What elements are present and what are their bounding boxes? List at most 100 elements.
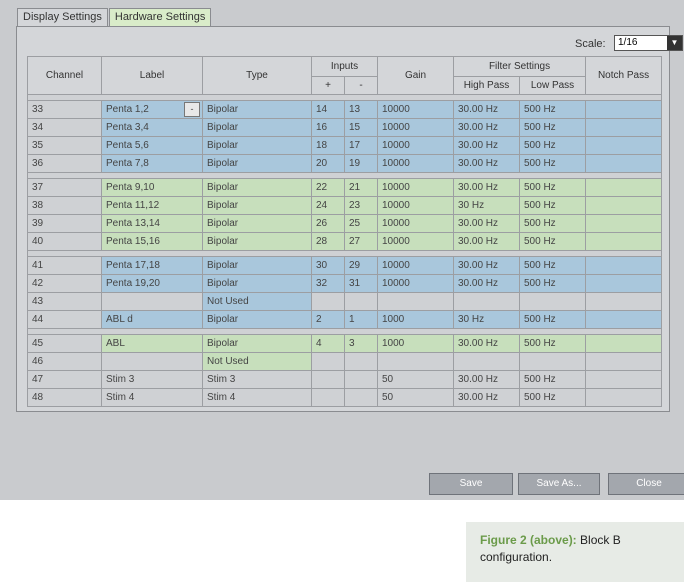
cell-low[interactable]: 500 Hz — [518, 214, 587, 233]
table-row[interactable]: 39 Penta 13,14 Bipolar 26 25 10000 30.00 Hz 500… — [27, 214, 663, 233]
cell-label[interactable] — [101, 352, 203, 371]
cell-gain[interactable]: 10000 — [377, 118, 454, 137]
cell-type[interactable]: Bipolar — [202, 136, 312, 155]
cell-low[interactable]: 500 Hz — [518, 118, 587, 137]
cell-low[interactable]: 500 Hz — [518, 274, 587, 293]
cell-high[interactable]: 30.00 Hz — [453, 334, 520, 353]
cell-low[interactable] — [518, 352, 587, 371]
cell-minus[interactable]: 1 — [344, 310, 378, 329]
cell-high[interactable]: 30.00 Hz — [453, 178, 520, 197]
cell-label[interactable]: Penta 19,20 — [101, 274, 203, 293]
table-row[interactable]: 35 Penta 5,6 Bipolar 18 17 10000 30.00 Hz 500 H… — [27, 136, 663, 155]
cell-type[interactable]: Bipolar — [202, 334, 312, 353]
cell-minus[interactable] — [344, 292, 378, 311]
cell-minus[interactable]: 23 — [344, 196, 378, 215]
cell-notch[interactable] — [585, 274, 663, 293]
cell-minus[interactable]: 21 — [344, 178, 378, 197]
cell-notch[interactable] — [585, 292, 663, 311]
cell-type[interactable]: Bipolar — [202, 214, 312, 233]
cell-plus[interactable]: 4 — [311, 334, 345, 353]
cell-label[interactable]: Stim 4 — [101, 388, 203, 407]
cell-type[interactable]: Bipolar — [202, 196, 312, 215]
cell-type[interactable]: Bipolar — [202, 232, 312, 251]
table-row[interactable]: 38 Penta 11,12 Bipolar 24 23 10000 30 Hz 500 Hz — [27, 196, 663, 215]
cell-notch[interactable] — [585, 214, 663, 233]
cell-label[interactable]: Penta 1,2 - — [101, 100, 203, 119]
cell-label[interactable]: Penta 13,14 — [101, 214, 203, 233]
cell-high[interactable]: 30.00 Hz — [453, 214, 520, 233]
cell-minus[interactable]: 25 — [344, 214, 378, 233]
cell-low[interactable]: 500 Hz — [518, 256, 587, 275]
cell-minus[interactable]: 17 — [344, 136, 378, 155]
cell-gain[interactable]: 50 — [377, 370, 454, 389]
cell-type[interactable]: Bipolar — [202, 118, 312, 137]
save-button[interactable]: Save — [429, 473, 513, 495]
cell-gain[interactable] — [377, 352, 454, 371]
cell-gain[interactable]: 10000 — [377, 100, 454, 119]
cell-label[interactable]: Penta 7,8 — [101, 154, 203, 173]
cell-plus[interactable]: 24 — [311, 196, 345, 215]
cell-minus[interactable]: 13 — [344, 100, 378, 119]
cell-notch[interactable] — [585, 388, 663, 407]
table-row[interactable]: 46 Not Used — [27, 352, 663, 371]
cell-notch[interactable] — [585, 118, 663, 137]
cell-type[interactable]: Bipolar — [202, 256, 312, 275]
cell-plus[interactable]: 32 — [311, 274, 345, 293]
cell-label[interactable]: Penta 5,6 — [101, 136, 203, 155]
cell-gain[interactable]: 1000 — [377, 334, 454, 353]
save-as-button[interactable]: Save As... — [518, 473, 600, 495]
cell-notch[interactable] — [585, 352, 663, 371]
cell-low[interactable] — [518, 292, 587, 311]
cell-high[interactable]: 30.00 Hz — [453, 256, 520, 275]
cell-plus[interactable]: 26 — [311, 214, 345, 233]
table-row[interactable]: 41 Penta 17,18 Bipolar 30 29 10000 30.00 Hz 500… — [27, 256, 663, 275]
cell-high[interactable]: 30.00 Hz — [453, 232, 520, 251]
cell-high[interactable]: 30 Hz — [453, 196, 520, 215]
cell-type[interactable]: Bipolar — [202, 100, 312, 119]
cell-minus[interactable]: 3 — [344, 334, 378, 353]
cell-plus[interactable] — [311, 388, 345, 407]
cell-label[interactable]: Penta 11,12 — [101, 196, 203, 215]
cell-high[interactable]: 30 Hz — [453, 310, 520, 329]
cell-notch[interactable] — [585, 370, 663, 389]
cell-label[interactable]: ABL d — [101, 310, 203, 329]
cell-notch[interactable] — [585, 100, 663, 119]
cell-gain[interactable]: 10000 — [377, 136, 454, 155]
cell-low[interactable]: 500 Hz — [518, 100, 587, 119]
label-dropdown-button[interactable]: - — [184, 102, 200, 117]
cell-gain[interactable]: 1000 — [377, 310, 454, 329]
cell-gain[interactable]: 10000 — [377, 196, 454, 215]
table-row[interactable]: 36 Penta 7,8 Bipolar 20 19 10000 30.00 Hz 500 H… — [27, 154, 663, 173]
cell-gain[interactable]: 10000 — [377, 154, 454, 173]
cell-label[interactable]: Stim 3 — [101, 370, 203, 389]
cell-low[interactable]: 500 Hz — [518, 232, 587, 251]
cell-type[interactable]: Not Used — [202, 352, 312, 371]
cell-gain[interactable]: 10000 — [377, 178, 454, 197]
cell-type[interactable]: Bipolar — [202, 310, 312, 329]
cell-gain[interactable]: 10000 — [377, 274, 454, 293]
table-row[interactable]: 45 ABL Bipolar 4 3 1000 30.00 Hz 500 Hz — [27, 334, 663, 353]
cell-type[interactable]: Stim 4 — [202, 388, 312, 407]
cell-notch[interactable] — [585, 256, 663, 275]
cell-high[interactable] — [453, 352, 520, 371]
cell-label[interactable]: Penta 15,16 — [101, 232, 203, 251]
cell-plus[interactable]: 20 — [311, 154, 345, 173]
table-row[interactable]: 48 Stim 4 Stim 4 50 30.00 Hz 500 Hz — [27, 388, 663, 407]
cell-high[interactable]: 30.00 Hz — [453, 388, 520, 407]
tab-display-settings[interactable]: Display Settings — [17, 8, 108, 27]
cell-type[interactable]: Bipolar — [202, 154, 312, 173]
cell-plus[interactable] — [311, 370, 345, 389]
table-row[interactable]: 42 Penta 19,20 Bipolar 32 31 10000 30.00 Hz 500… — [27, 274, 663, 293]
cell-type[interactable]: Bipolar — [202, 178, 312, 197]
cell-gain[interactable]: 10000 — [377, 256, 454, 275]
cell-gain[interactable]: 50 — [377, 388, 454, 407]
cell-high[interactable] — [453, 292, 520, 311]
cell-gain[interactable] — [377, 292, 454, 311]
table-row[interactable]: 34 Penta 3,4 Bipolar 16 15 10000 30.00 Hz 500 H… — [27, 118, 663, 137]
cell-plus[interactable]: 18 — [311, 136, 345, 155]
table-row[interactable]: 37 Penta 9,10 Bipolar 22 21 10000 30.00 Hz 500 … — [27, 178, 663, 197]
cell-low[interactable]: 500 Hz — [518, 370, 587, 389]
cell-low[interactable]: 500 Hz — [518, 196, 587, 215]
cell-plus[interactable]: 2 — [311, 310, 345, 329]
cell-low[interactable]: 500 Hz — [518, 154, 587, 173]
